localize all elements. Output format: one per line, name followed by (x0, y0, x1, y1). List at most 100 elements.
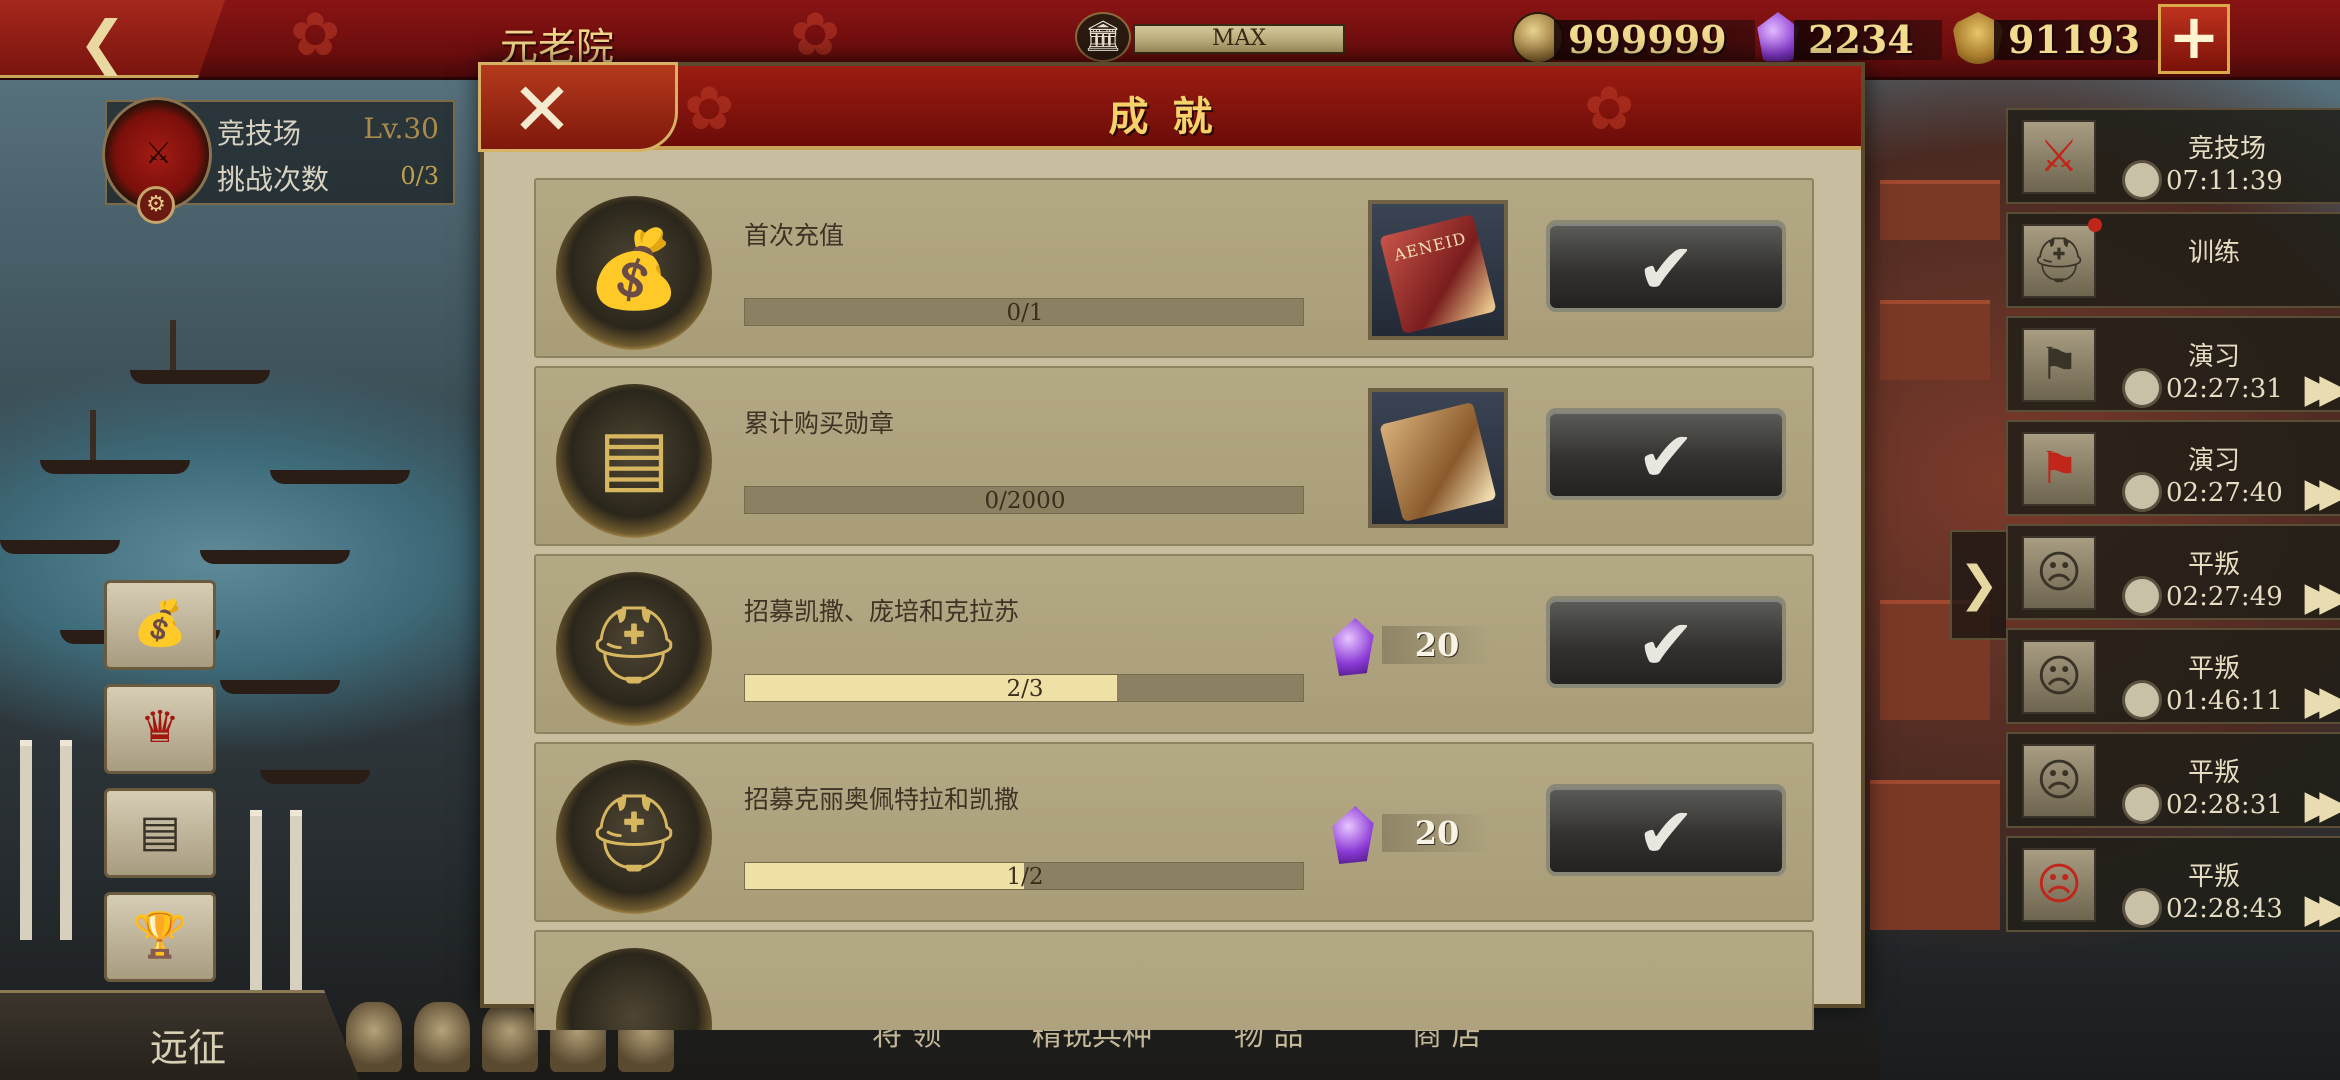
event-name: 演习 (2188, 446, 2241, 476)
event-timer: 02:27:40 (2166, 478, 2283, 508)
gem-reward-value: 20 (1382, 626, 1492, 664)
event-name: 演习 (2188, 342, 2241, 372)
expedition-button[interactable]: 远征 (0, 990, 360, 1080)
money-bag-icon: 💰 (132, 598, 188, 649)
medal-emblem-icon: ⛑ (585, 600, 683, 689)
progress-text: 1/2 (1006, 864, 1044, 890)
fast-forward-icon[interactable]: ▶▶ (2304, 782, 2340, 828)
gem-value: 2234 (1794, 20, 1942, 60)
red-book-icon: AENEID (1379, 213, 1497, 335)
achievement-list[interactable]: 💰 首次充值 0/1 AENEID ✔ ▤ 累计购买勋章 0/2000 ✔ ⛑ 招募凯撒、庞培和克拉… (534, 178, 1814, 1030)
event-name: 平叛 (2188, 758, 2241, 788)
ship (130, 370, 270, 384)
achievement-progress-bar: 2/3 (744, 674, 1304, 702)
add-resource-button[interactable]: + (2158, 4, 2230, 74)
senate-building-icon: 🏛 (1075, 12, 1131, 62)
column (60, 740, 72, 940)
clock-icon (2122, 160, 2162, 200)
claim-button[interactable]: ✔ (1546, 784, 1786, 876)
event-list: ⚔ 竞技场 07:11:39 ⛑ 训练 ⚑ 演习 02:27:31 ▶▶ ⚑ 演习 02:27:40 ▶… (2006, 108, 2340, 952)
claim-button[interactable]: ✔ (1546, 596, 1786, 688)
arena-level: Lv.30 (363, 112, 439, 145)
clock-icon (2122, 472, 2162, 512)
gold-resource[interactable]: 999999 (1512, 10, 1755, 68)
progress-text: 0/2000 (984, 488, 1066, 514)
claim-button[interactable]: ✔ (1546, 408, 1786, 500)
event-item[interactable]: ☹ 平叛 02:27:49 ▶▶ (2006, 524, 2340, 620)
fast-forward-icon[interactable]: ▶▶ (2304, 574, 2340, 620)
senate-level-value: MAX (1133, 24, 1345, 54)
ship (200, 550, 350, 564)
medal-emblem-icon: ▤ (598, 412, 670, 501)
achievement-row: ▤ 累计购买勋章 0/2000 ✔ (534, 366, 1814, 546)
ship (0, 540, 120, 554)
event-name: 平叛 (2188, 654, 2241, 684)
achievement-row: ⛑ 招募凯撒、庞培和克拉苏 2/3 20 ✔ (534, 554, 1814, 734)
gem-reward: 20 (1330, 618, 1530, 676)
ship (40, 460, 190, 474)
roof (1880, 180, 2000, 240)
achievement-dialog: ✿ 成就 ✿ ✕ 💰 首次充值 0/1 AENEID ✔ ▤ 累计购买勋章 0/2000 ✔ ⛑ 招… (478, 62, 1865, 1030)
challenge-count: 0/3 (400, 162, 439, 190)
back-button[interactable]: ❮ (0, 0, 225, 78)
medal-emblem-icon: 💰 (586, 224, 682, 313)
fast-forward-icon[interactable]: ▶▶ (2304, 886, 2340, 932)
event-item[interactable]: ⚑ 演习 02:27:31 ▶▶ (2006, 316, 2340, 412)
event-name: 训练 (2188, 238, 2241, 268)
fast-forward-icon[interactable]: ▶▶ (2304, 470, 2340, 516)
event-item[interactable]: ☹ 平叛 02:28:43 ▶▶ (2006, 836, 2340, 932)
clock-icon (2122, 888, 2162, 928)
general-helmet-icon (414, 1002, 470, 1072)
achievement-row (534, 930, 1814, 1030)
event-item[interactable]: ⛑ 训练 (2006, 212, 2340, 308)
gem-reward: 20 (1330, 806, 1530, 864)
event-timer: 02:28:31 (2166, 790, 2283, 820)
medal-emblem-icon: ⛑ (585, 788, 683, 877)
gem-resource[interactable]: 2234 (1752, 10, 1952, 68)
checkmark-icon: ✔ (1636, 228, 1696, 310)
claim-button[interactable]: ✔ (1546, 220, 1786, 312)
close-icon: ✕ (511, 67, 574, 153)
fast-forward-icon[interactable]: ▶▶ (2304, 366, 2340, 412)
expand-event-list-button[interactable]: ❯ (1950, 530, 2006, 640)
back-arrow-icon: ❮ (78, 8, 127, 76)
honor-resource[interactable]: 91193 (1952, 10, 2169, 68)
achievement-medal-icon: ▤ (556, 384, 712, 538)
achievement-medal-icon: ⛑ (556, 572, 712, 726)
challenge-label: 挑战次数 (217, 163, 330, 196)
progress-text: 0/1 (1006, 300, 1044, 326)
ship-sail (90, 410, 96, 460)
event-timer: 02:28:43 (2166, 894, 2283, 924)
gear-icon[interactable]: ⚙ (137, 186, 175, 224)
laurel-decoration: ✿ (290, 0, 341, 70)
event-item[interactable]: ☹ 平叛 02:28:31 ▶▶ (2006, 732, 2340, 828)
arena-card[interactable]: ⚔ 竞技场 Lv.30 挑战次数 0/3 ⚙ (102, 97, 455, 224)
gem-reward-value: 20 (1382, 814, 1492, 852)
ship (270, 470, 410, 484)
achievement-name: 招募克丽奥佩特拉和凯撒 (744, 785, 1020, 814)
dialog-header: ✿ 成就 ✿ (484, 66, 1861, 150)
chest-button[interactable]: ▤ (104, 788, 216, 878)
reward-item[interactable] (1368, 388, 1508, 528)
achievement-medal-icon: 💰 (556, 196, 712, 350)
trophy-button[interactable]: 🏆 (104, 892, 216, 982)
event-item[interactable]: ⚔ 竞技场 07:11:39 (2006, 108, 2340, 204)
senate-level[interactable]: 🏛 MAX (1075, 12, 1345, 62)
plus-icon: + (2168, 0, 2220, 73)
fast-forward-icon[interactable]: ▶▶ (2304, 678, 2340, 724)
progress-text: 2/3 (1006, 676, 1044, 702)
clock-icon (2122, 784, 2162, 824)
column (20, 740, 32, 940)
money-bag-button[interactable]: 💰 (104, 580, 216, 670)
reward-item[interactable]: AENEID (1368, 200, 1508, 340)
event-timer: 02:27:31 (2166, 374, 2283, 404)
achievement-row: 💰 首次充值 0/1 AENEID ✔ (534, 178, 1814, 358)
crown-button[interactable]: ♛ (104, 684, 216, 774)
roof (1870, 780, 2000, 930)
event-item[interactable]: ☹ 平叛 01:46:11 ▶▶ (2006, 628, 2340, 724)
chevron-right-icon: ❯ (1958, 556, 2000, 612)
clock-icon (2122, 368, 2162, 408)
event-item[interactable]: ⚑ 演习 02:27:40 ▶▶ (2006, 420, 2340, 516)
crossed-swords-icon: ⚔ (2022, 120, 2096, 194)
close-button[interactable]: ✕ (478, 62, 678, 153)
